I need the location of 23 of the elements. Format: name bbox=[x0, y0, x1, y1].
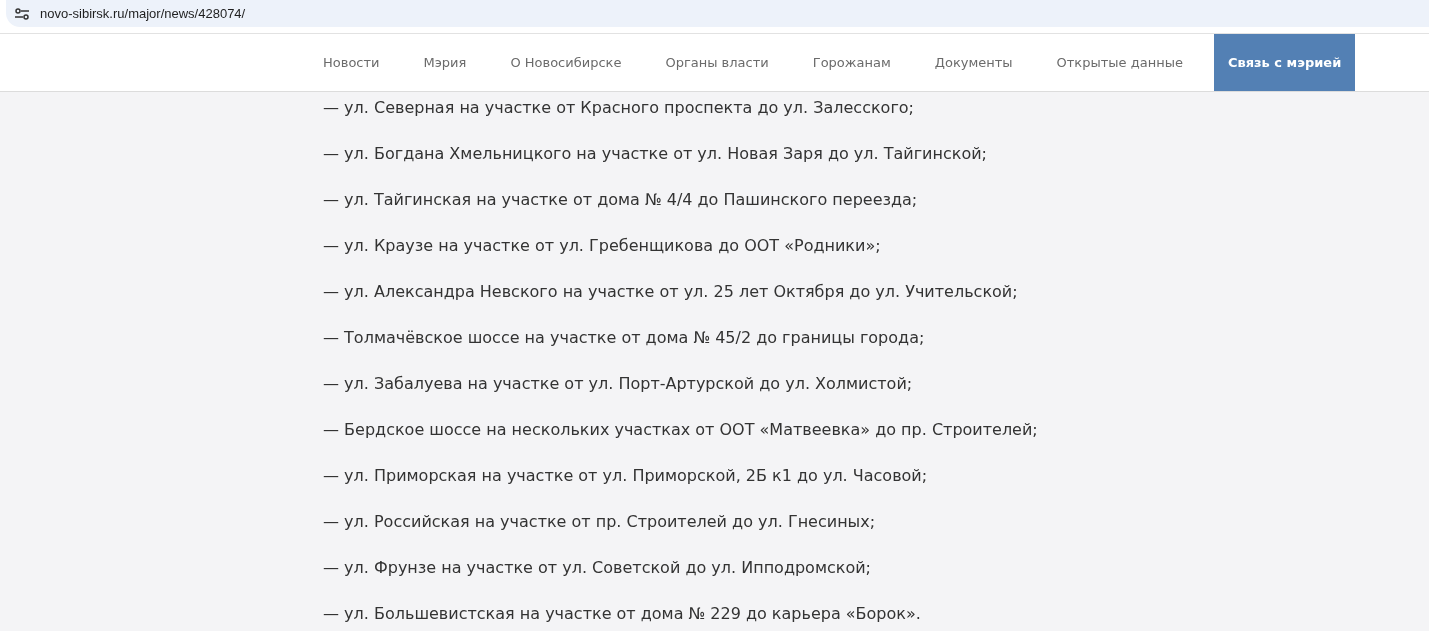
list-paragraph: — ул. Александра Невского на участке от ул. 25 лет Октября до ул. Учительской; bbox=[323, 281, 1019, 303]
list-paragraph: — ул. Российская на участке от пр. Строителей до ул. Гнесиных; bbox=[323, 511, 877, 533]
list-paragraph: — ул. Тайгинская на участке от дома № 4/4 до Пашинского переезда; bbox=[323, 189, 919, 211]
contact-button[interactable]: Связь с мэрией bbox=[1213, 34, 1356, 91]
list-paragraph: — Толмачёвское шоссе на участке от дома № 45/2 до границы города; bbox=[323, 327, 926, 349]
list-paragraph: — Бердское шоссе на нескольких участках от ООТ «Матвеевка» до пр. Строителей; bbox=[323, 419, 1039, 441]
nav-link[interactable]: Горожанам bbox=[790, 34, 913, 91]
list-paragraph: — ул. Большевистская на участке от дома № 229 до карьера «Борок». bbox=[323, 603, 922, 625]
site-settings-icon[interactable] bbox=[14, 6, 30, 21]
list-paragraph: — ул. Фрунзе на участке от ул. Советской до ул. Ипподромской; bbox=[323, 557, 872, 579]
list-paragraph: — ул. Краузе на участке от ул. Гребенщикова до ООТ «Родники»; bbox=[323, 235, 882, 257]
list-paragraph: — ул. Северная на участке от Красного проспекта до ул. Залесского; bbox=[323, 97, 915, 119]
nav-link[interactable]: Открытые данные bbox=[1034, 34, 1205, 91]
nav-link[interactable]: Документы bbox=[912, 34, 1035, 91]
list-paragraph: — ул. Богдана Хмельницкого на участке от ул. Новая Заря до ул. Тайгинской; bbox=[323, 143, 988, 165]
list-paragraph: — ул. Приморская на участке от ул. Приморской, 2Б к1 до ул. Часовой; bbox=[323, 465, 929, 487]
nav-link[interactable]: Новости bbox=[301, 34, 402, 91]
nav-link[interactable]: О Новосибирске bbox=[488, 34, 644, 91]
list-paragraph: — ул. Забалуева на участке от ул. Порт-Артурской до ул. Холмистой; bbox=[323, 373, 914, 395]
url-text: novo-sibirsk.ru/major/news/428074/ bbox=[40, 6, 246, 21]
nav-link[interactable]: Мэрия bbox=[401, 34, 489, 91]
address-bar[interactable]: novo-sibirsk.ru/major/news/428074/ bbox=[6, 0, 1429, 27]
nav-link[interactable]: Органы власти bbox=[643, 34, 791, 91]
